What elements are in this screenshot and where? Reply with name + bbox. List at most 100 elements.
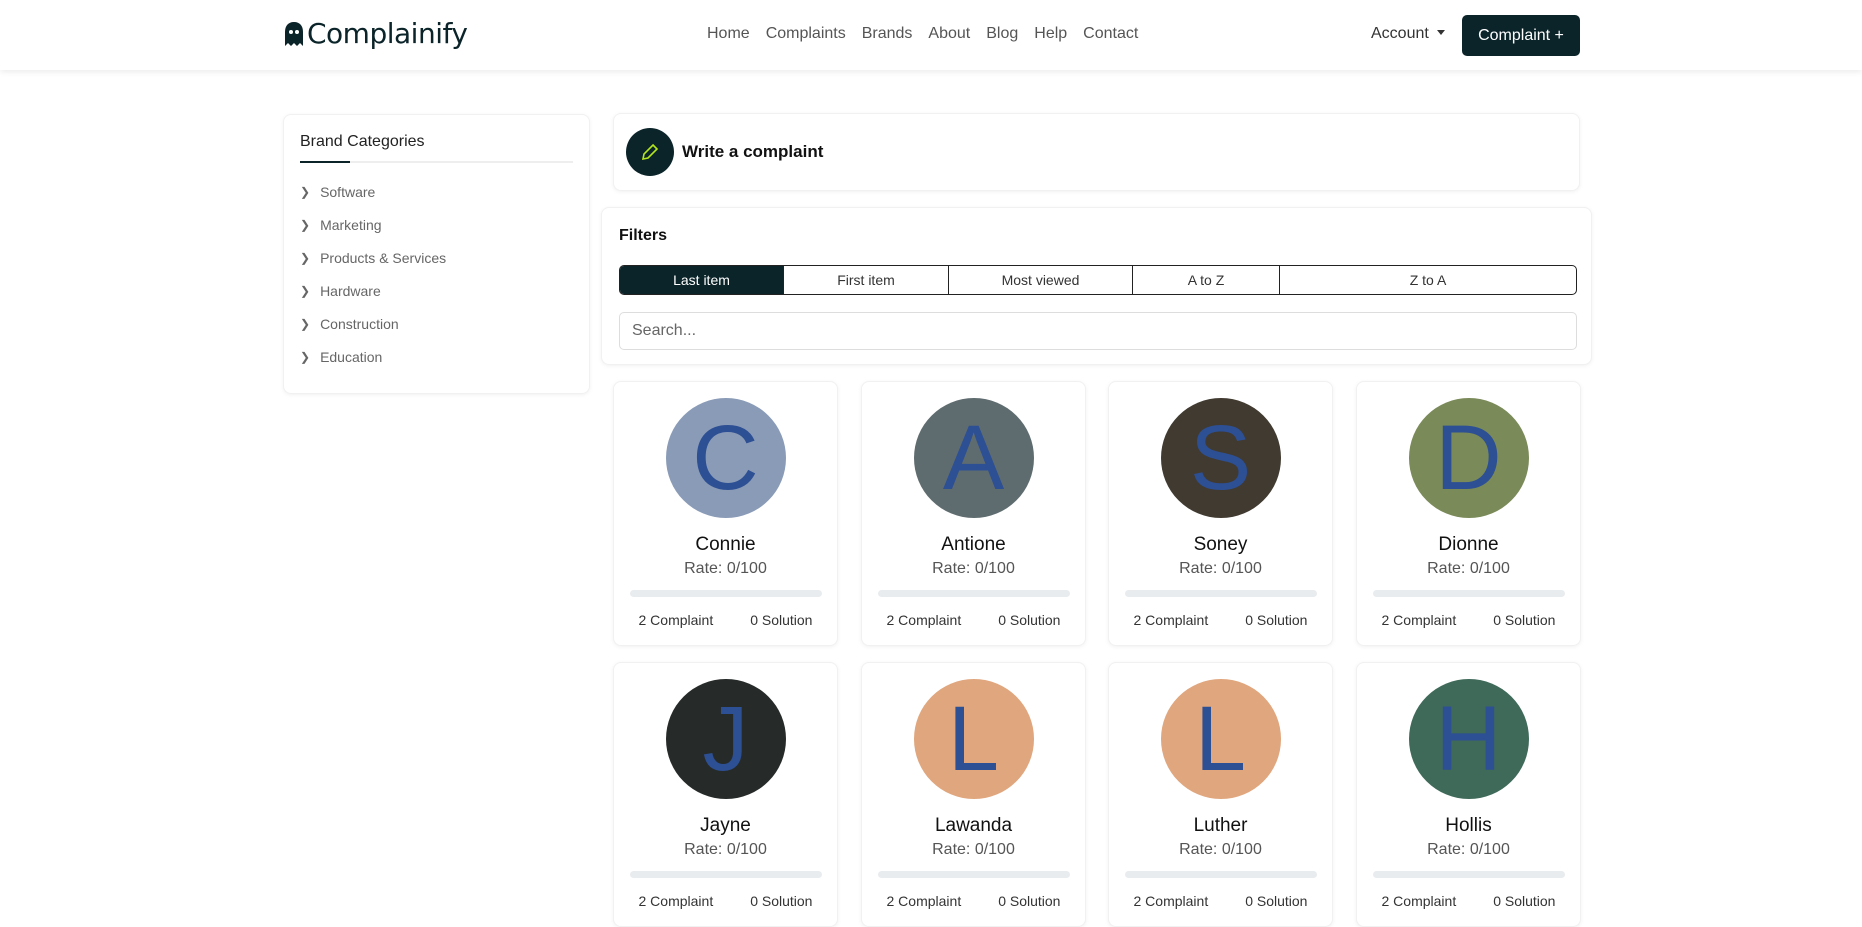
nav-help[interactable]: Help <box>1034 25 1067 43</box>
brand-name: Soney <box>1193 534 1248 555</box>
brand-rate: Rate: 0/100 <box>684 560 767 577</box>
rate-progress-bar <box>1372 590 1565 597</box>
brand-name: Lawanda <box>934 815 1013 836</box>
brand-card[interactable]: L Luther Rate: 0/100 2 Complaint 0 Soluti… <box>1108 662 1333 927</box>
complaint-count: 2 Complaint <box>1381 893 1457 909</box>
header: Complainify Home Complaints Brands About… <box>0 0 1862 70</box>
brand-card[interactable]: A Antione Rate: 0/100 2 Complaint 0 Solut… <box>861 381 1086 646</box>
brand-categories-title: Brand Categories <box>300 133 573 163</box>
nav-complaints[interactable]: Complaints <box>766 25 846 43</box>
chevron-right-icon: ❯ <box>300 250 311 265</box>
brand-name: Antione <box>941 534 1006 555</box>
category-label: Education <box>320 348 383 365</box>
brand-card[interactable]: C Connie Rate: 0/100 2 Complaint 0 Soluti… <box>613 381 838 646</box>
tab-last-item[interactable]: Last item <box>620 266 784 294</box>
category-item[interactable]: ❯ Education <box>300 340 573 373</box>
brand-name: Hollis <box>1445 815 1492 836</box>
chevron-right-icon: ❯ <box>300 349 311 364</box>
complaint-count: 2 Complaint <box>1133 612 1209 628</box>
brand-name: Luther <box>1193 815 1248 836</box>
nav-brands[interactable]: Brands <box>862 25 913 43</box>
brand-avatar: D <box>1408 398 1529 518</box>
nav-blog[interactable]: Blog <box>986 25 1018 43</box>
nav-contact[interactable]: Contact <box>1083 25 1138 43</box>
brand-name: Jayne <box>700 815 751 836</box>
brand-rate: Rate: 0/100 <box>1179 560 1262 577</box>
solution-count: 0 Solution <box>998 612 1061 628</box>
rate-progress-bar <box>877 590 1070 597</box>
rate-progress-bar <box>1124 871 1317 878</box>
complaint-count: 2 Complaint <box>886 893 962 909</box>
category-label: Products & Services <box>320 249 447 266</box>
brand-rate: Rate: 0/100 <box>1427 841 1510 858</box>
filters-title: Filters <box>619 227 668 244</box>
filters-panel: Filters Last item First item Most viewed… <box>601 207 1592 365</box>
rate-progress-bar <box>629 871 822 878</box>
brand-avatar: S <box>1160 398 1281 518</box>
main-nav: Home Complaints Brands About Blog Help C… <box>707 25 1138 43</box>
rate-progress-bar <box>1124 590 1317 597</box>
category-item[interactable]: ❯ Marketing <box>300 208 573 241</box>
rate-progress-bar <box>877 871 1070 878</box>
tab-first-item[interactable]: First item <box>784 266 949 294</box>
brand-avatar: C <box>665 398 786 518</box>
brand-rate: Rate: 0/100 <box>1427 560 1510 577</box>
brand-avatar: L <box>1160 679 1281 799</box>
solution-count: 0 Solution <box>1245 893 1308 909</box>
brand-card[interactable]: S Soney Rate: 0/100 2 Complaint 0 Solutio… <box>1108 381 1333 646</box>
brand-card[interactable]: L Lawanda Rate: 0/100 2 Complaint 0 Solut… <box>861 662 1086 927</box>
brand-rate: Rate: 0/100 <box>684 841 767 858</box>
solution-count: 0 Solution <box>998 893 1061 909</box>
brand-rate: Rate: 0/100 <box>932 841 1015 858</box>
brand-name: Connie <box>695 534 756 555</box>
chevron-right-icon: ❯ <box>300 283 311 298</box>
category-label: Marketing <box>320 216 382 233</box>
write-complaint-label: Write a complaint <box>682 142 824 161</box>
tab-a-to-z[interactable]: A to Z <box>1133 266 1280 294</box>
brand-avatar: H <box>1408 679 1529 799</box>
brand-avatar: L <box>913 679 1034 799</box>
brand-avatar: A <box>913 398 1034 518</box>
search-input[interactable] <box>619 312 1577 350</box>
account-dropdown[interactable]: Account <box>1371 25 1445 43</box>
category-label: Hardware <box>320 282 381 299</box>
category-label: Construction <box>320 315 399 332</box>
complaint-count: 2 Complaint <box>638 893 714 909</box>
tab-z-to-a[interactable]: Z to A <box>1280 266 1576 294</box>
chevron-right-icon: ❯ <box>300 184 311 199</box>
brand-avatar: J <box>665 679 786 799</box>
pencil-icon <box>626 128 674 176</box>
category-label: Software <box>320 183 376 200</box>
ghost-icon <box>285 21 303 46</box>
category-item[interactable]: ❯ Products & Services <box>300 241 573 274</box>
brand-card[interactable]: J Jayne Rate: 0/100 2 Complaint 0 Solutio… <box>613 662 838 927</box>
nav-about[interactable]: About <box>928 25 970 43</box>
brand-rate: Rate: 0/100 <box>932 560 1015 577</box>
brand-rate: Rate: 0/100 <box>1179 841 1262 858</box>
complaint-count: 2 Complaint <box>1133 893 1209 909</box>
rate-progress-bar <box>629 590 822 597</box>
logo[interactable]: Complainify <box>283 17 468 50</box>
new-complaint-button[interactable]: Complaint + <box>1462 15 1580 56</box>
solution-count: 0 Solution <box>750 612 813 628</box>
chevron-right-icon: ❯ <box>300 316 311 331</box>
write-complaint-card[interactable]: Write a complaint <box>613 113 1580 191</box>
brand-card[interactable]: D Dionne Rate: 0/100 2 Complaint 0 Soluti… <box>1356 381 1581 646</box>
tab-most-viewed[interactable]: Most viewed <box>949 266 1133 294</box>
category-item[interactable]: ❯ Software <box>300 175 573 208</box>
chevron-right-icon: ❯ <box>300 217 311 232</box>
sort-tabs: Last item First item Most viewed A to Z … <box>619 265 1577 295</box>
category-item[interactable]: ❯ Construction <box>300 307 573 340</box>
nav-home[interactable]: Home <box>707 25 750 43</box>
solution-count: 0 Solution <box>750 893 813 909</box>
complaint-count: 2 Complaint <box>638 612 714 628</box>
brand-categories-panel: Brand Categories ❯ Software ❯ Marketing ❯ Pro… <box>283 114 590 394</box>
solution-count: 0 Solution <box>1493 612 1556 628</box>
brand-name: Dionne <box>1438 534 1499 555</box>
solution-count: 0 Solution <box>1493 893 1556 909</box>
category-item[interactable]: ❯ Hardware <box>300 274 573 307</box>
complaint-count: 2 Complaint <box>1381 612 1457 628</box>
brand-card[interactable]: H Hollis Rate: 0/100 2 Complaint 0 Soluti… <box>1356 662 1581 927</box>
rate-progress-bar <box>1372 871 1565 878</box>
complaint-count: 2 Complaint <box>886 612 962 628</box>
